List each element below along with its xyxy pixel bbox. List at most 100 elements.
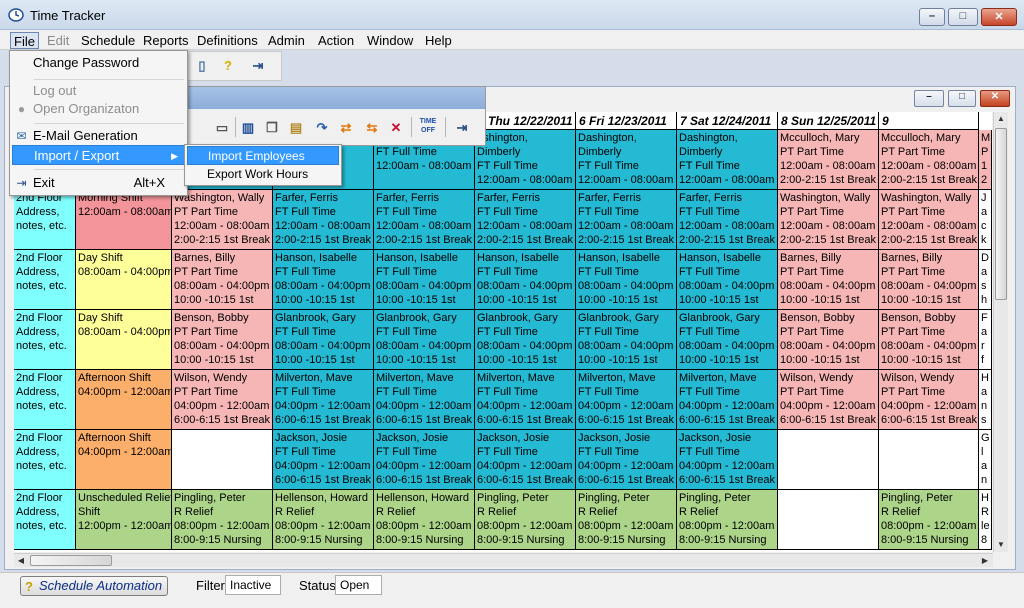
copy-icon[interactable]: ❐ bbox=[263, 119, 281, 137]
schedule-cell[interactable]: Glanbrook, Gary FT Full Time 08:00am - 0… bbox=[576, 310, 677, 370]
print-icon[interactable]: ▭ bbox=[213, 119, 231, 137]
schedule-cell[interactable]: Pingling, Peter R Relief 08:00pm - 12:00… bbox=[172, 490, 273, 550]
schedule-cell[interactable] bbox=[778, 490, 879, 550]
schedule-cell[interactable]: Farfer, Ferris FT Full Time 12:00am - 08… bbox=[374, 190, 475, 250]
menu-import-employees[interactable]: Import Employees bbox=[187, 146, 339, 165]
minimize-button[interactable]: – bbox=[919, 8, 945, 26]
day-header[interactable]: 7 Sat 12/24/2011 bbox=[677, 112, 778, 130]
mdi-close-button[interactable]: ✕ bbox=[980, 90, 1010, 107]
horizontal-scrollbar[interactable]: ◀ ▶ bbox=[14, 553, 993, 567]
menu-window[interactable]: Window bbox=[364, 32, 416, 49]
schedule-cell[interactable]: Barnes, Billy PT Part Time 08:00am - 04:… bbox=[172, 250, 273, 310]
schedule-cell[interactable]: Glanbrook, Gary FT Full Time 08:00am - 0… bbox=[475, 310, 576, 370]
menu-file[interactable]: File bbox=[10, 32, 39, 49]
notes-icon[interactable]: ▯ bbox=[193, 57, 211, 75]
day-header[interactable]: 9 bbox=[879, 112, 979, 130]
schedule-cell[interactable]: Glanbrook, Gary FT Full Time 08:00am - 0… bbox=[273, 310, 374, 370]
maximize-button[interactable]: □ bbox=[948, 8, 978, 26]
schedule-cell[interactable]: Farfer, Ferris FT Full Time 12:00am - 08… bbox=[475, 190, 576, 250]
schedule-cell[interactable]: Pingling, Peter R Relief 08:00pm - 12:00… bbox=[677, 490, 778, 550]
schedule-cell[interactable]: Barnes, Billy PT Part Time 08:00am - 04:… bbox=[879, 250, 979, 310]
schedule-cell[interactable]: Dashington, Dimberly FT Full Time 12:00a… bbox=[677, 130, 778, 190]
menu-edit[interactable]: Edit bbox=[44, 32, 72, 49]
schedule-cell[interactable]: Jackson, Josie FT Full Time 04:00pm - 12… bbox=[576, 430, 677, 490]
schedule-cell[interactable]: Dashington, Dimberly FT Full Time 12:00a… bbox=[576, 130, 677, 190]
schedule-cell[interactable]: Milverton, Mave FT Full Time 04:00pm - 1… bbox=[576, 370, 677, 430]
schedule-cell[interactable]: Glanbrook, Gary FT Full Time 08:00am - 0… bbox=[677, 310, 778, 370]
scroll-left-icon[interactable]: ◀ bbox=[14, 554, 28, 568]
book-icon[interactable]: ▥ bbox=[239, 119, 257, 137]
paste-icon[interactable]: ▤ bbox=[287, 119, 305, 137]
schedule-cell[interactable]: Washington, Wally PT Part Time 12:00am -… bbox=[172, 190, 273, 250]
day-header[interactable]: 6 Fri 12/23/2011 bbox=[576, 112, 677, 130]
schedule-cell[interactable]: Mcculloch, Mary PT Part Time 12:00am - 0… bbox=[778, 130, 879, 190]
schedule-cell[interactable]: Farfer, Ferris FT Full Time 12:00am - 08… bbox=[677, 190, 778, 250]
schedule-cell[interactable]: Milverton, Mave FT Full Time 04:00pm - 1… bbox=[677, 370, 778, 430]
status-field[interactable]: Open bbox=[335, 575, 382, 595]
day-header[interactable]: 5 Thu 12/22/2011 bbox=[475, 112, 576, 130]
schedule-cell[interactable]: Barnes, Billy PT Part Time 08:00am - 04:… bbox=[778, 250, 879, 310]
menu-admin[interactable]: Admin bbox=[265, 32, 308, 49]
schedule-cell[interactable]: Benson, Bobby PT Part Time 08:00am - 04:… bbox=[172, 310, 273, 370]
scroll-right-icon[interactable]: ▶ bbox=[978, 554, 992, 568]
schedule-cell[interactable]: Pingling, Peter R Relief 08:00pm - 12:00… bbox=[879, 490, 979, 550]
schedule-cell[interactable]: Jackson, Josie FT Full Time 04:00pm - 12… bbox=[374, 430, 475, 490]
schedule-cell[interactable]: Farfer, Ferris FT Full Time 12:00am - 08… bbox=[576, 190, 677, 250]
schedule-cell[interactable] bbox=[778, 430, 879, 490]
redo-icon[interactable]: ↷ bbox=[313, 119, 331, 137]
schedule-cell[interactable]: Wilson, Wendy PT Part Time 04:00pm - 12:… bbox=[778, 370, 879, 430]
help-icon[interactable]: ? bbox=[219, 57, 237, 75]
schedule-cell[interactable]: Hanson, Isabelle FT Full Time 08:00am - … bbox=[475, 250, 576, 310]
schedule-cell[interactable]: Hanson, Isabelle FT Full Time 08:00am - … bbox=[374, 250, 475, 310]
schedule-cell[interactable]: H R le 8 bbox=[979, 490, 992, 550]
schedule-cell[interactable]: Benson, Bobby PT Part Time 08:00am - 04:… bbox=[879, 310, 979, 370]
schedule-cell[interactable] bbox=[172, 430, 273, 490]
schedule-cell[interactable]: Farfer, Ferris FT Full Time 12:00am - 08… bbox=[273, 190, 374, 250]
schedule-cell[interactable]: Glanbrook, Gary FT Full Time 08:00am - 0… bbox=[374, 310, 475, 370]
menu-import-export[interactable]: Import / Export ▶ bbox=[12, 145, 185, 165]
schedule-cell[interactable]: Hanson, Isabelle FT Full Time 08:00am - … bbox=[576, 250, 677, 310]
schedule-cell[interactable]: F a r f bbox=[979, 310, 992, 370]
schedule-cell[interactable]: Milverton, Mave FT Full Time 04:00pm - 1… bbox=[374, 370, 475, 430]
schedule-cell[interactable]: Benson, Bobby PT Part Time 08:00am - 04:… bbox=[778, 310, 879, 370]
schedule-cell[interactable]: Mcculloch, Mary PT Part Time 12:00am - 0… bbox=[879, 130, 979, 190]
schedule-automation-button[interactable]: ? Schedule Automation bbox=[20, 576, 168, 596]
schedule-cell[interactable]: Milverton, Mave FT Full Time 04:00pm - 1… bbox=[475, 370, 576, 430]
schedule-cell[interactable]: Wilson, Wendy PT Part Time 04:00pm - 12:… bbox=[879, 370, 979, 430]
schedule-cell[interactable]: Hellenson, Howard R Relief 08:00pm - 12:… bbox=[273, 490, 374, 550]
mdi-minimize-button[interactable]: – bbox=[914, 90, 944, 107]
scroll-up-icon[interactable]: ▲ bbox=[994, 112, 1008, 126]
menu-help[interactable]: Help bbox=[422, 32, 455, 49]
menu-change-password[interactable]: Change Password bbox=[12, 53, 185, 73]
schedule-cell[interactable] bbox=[879, 430, 979, 490]
menu-schedule[interactable]: Schedule bbox=[78, 32, 138, 49]
menu-log-out[interactable]: Log out bbox=[12, 81, 185, 101]
menu-open-organization[interactable]: ● Open Organizaton bbox=[12, 99, 185, 119]
schedule-cell[interactable]: Pingling, Peter R Relief 08:00pm - 12:00… bbox=[475, 490, 576, 550]
scroll-down-icon[interactable]: ▼ bbox=[994, 538, 1008, 552]
schedule-cell[interactable]: Jackson, Josie FT Full Time 04:00pm - 12… bbox=[677, 430, 778, 490]
swap-icon[interactable]: ⇄ bbox=[337, 119, 355, 137]
schedule-cell[interactable]: H a n s bbox=[979, 370, 992, 430]
schedule-cell[interactable]: Wilson, Wendy PT Part Time 04:00pm - 12:… bbox=[172, 370, 273, 430]
schedule-cell[interactable]: Hanson, Isabelle FT Full Time 08:00am - … bbox=[273, 250, 374, 310]
exit-door-icon[interactable]: ⇥ bbox=[453, 119, 471, 137]
close-button[interactable]: ✕ bbox=[981, 8, 1017, 26]
schedule-cell[interactable]: Washington, Wally PT Part Time 12:00am -… bbox=[879, 190, 979, 250]
delete-icon[interactable]: ✕ bbox=[387, 119, 405, 137]
schedule-cell[interactable]: Pingling, Peter R Relief 08:00pm - 12:00… bbox=[576, 490, 677, 550]
schedule-cell[interactable]: Hellenson, Howard R Relief 08:00pm - 12:… bbox=[374, 490, 475, 550]
menu-reports[interactable]: Reports bbox=[140, 32, 192, 49]
schedule-cell[interactable]: Hanson, Isabelle FT Full Time 08:00am - … bbox=[677, 250, 778, 310]
schedule-cell[interactable]: J a c k bbox=[979, 190, 992, 250]
schedule-cell[interactable]: G l a n bbox=[979, 430, 992, 490]
schedule-cell[interactable]: M P 1 2 bbox=[979, 130, 992, 190]
schedule-cell[interactable]: ashington, Dimberly FT Full Time 12:00am… bbox=[475, 130, 576, 190]
schedule-cell[interactable]: Jackson, Josie FT Full Time 04:00pm - 12… bbox=[475, 430, 576, 490]
exit-door-icon[interactable]: ⇥ bbox=[249, 57, 267, 75]
vertical-scrollbar[interactable]: ▲ ▼ bbox=[993, 112, 1008, 552]
time-off-icon[interactable]: TIME OFF bbox=[417, 117, 439, 135]
day-header[interactable]: 8 Sun 12/25/2011 bbox=[778, 112, 879, 130]
swap-all-icon[interactable]: ⇆ bbox=[363, 119, 381, 137]
menu-exit[interactable]: ⇥ Exit Alt+X bbox=[12, 173, 185, 193]
